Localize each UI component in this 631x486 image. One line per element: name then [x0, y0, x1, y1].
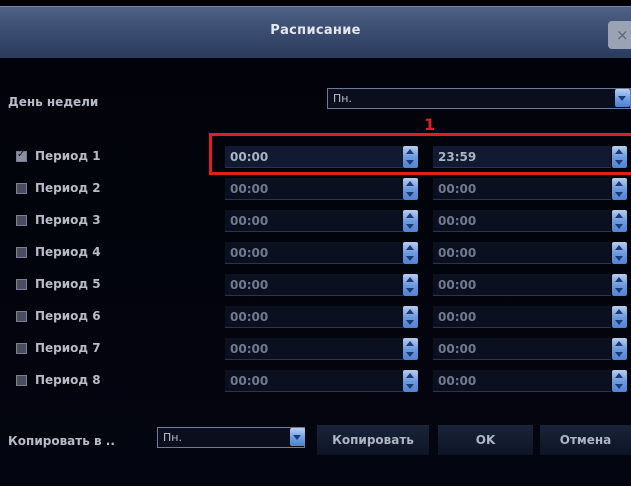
period-label: Период 5 [35, 277, 101, 291]
start-time-field[interactable]: 00:00 [225, 306, 403, 328]
cancel-button[interactable]: Отмена [540, 425, 631, 455]
spin-up-icon[interactable] [615, 213, 623, 218]
end-time-spinner[interactable] [612, 274, 627, 296]
title-bar: Расписание × [0, 6, 631, 59]
spin-up-icon[interactable] [406, 213, 414, 218]
spin-down-icon[interactable] [615, 224, 623, 229]
ok-button[interactable]: OK [438, 425, 533, 455]
window-title: Расписание [270, 23, 361, 38]
start-time-field[interactable]: 00:00 [225, 242, 403, 264]
annotation-marker: 1 [424, 115, 436, 134]
start-time-field[interactable]: 00:00 [225, 210, 403, 232]
dialog-body [0, 58, 631, 486]
start-time-spinner[interactable] [403, 338, 418, 360]
start-time-spinner[interactable] [403, 306, 418, 328]
spin-down-icon[interactable] [615, 288, 623, 293]
spin-down-icon[interactable] [406, 320, 414, 325]
spin-up-icon[interactable] [406, 309, 414, 314]
period-checkbox[interactable] [16, 311, 27, 322]
start-time-field[interactable]: 00:00 [225, 178, 403, 200]
period-checkbox[interactable] [16, 183, 27, 194]
start-time-spinner[interactable] [403, 242, 418, 264]
start-time-field[interactable]: 00:00 [225, 338, 403, 360]
period-checkbox[interactable] [16, 247, 27, 258]
copy-button[interactable]: Копировать [317, 425, 429, 455]
end-time-spinner[interactable] [612, 306, 627, 328]
spin-down-icon[interactable] [406, 384, 414, 389]
spin-up-icon[interactable] [406, 181, 414, 186]
spin-down-icon[interactable] [615, 384, 623, 389]
end-time-spinner[interactable] [612, 242, 627, 264]
period-checkbox[interactable] [16, 279, 27, 290]
weekday-select[interactable]: Пн. [327, 88, 631, 109]
end-time-field[interactable]: 00:00 [433, 178, 611, 200]
period-label: Период 8 [35, 373, 101, 387]
start-time-field[interactable]: 00:00 [225, 370, 403, 392]
period-checkbox[interactable] [16, 149, 27, 162]
spin-up-icon[interactable] [406, 373, 414, 378]
period-label: Период 7 [35, 341, 101, 355]
end-time-field[interactable]: 00:00 [433, 338, 611, 360]
end-time-spinner[interactable] [612, 338, 627, 360]
period-checkbox[interactable] [16, 215, 27, 226]
weekday-label: День недели [8, 95, 99, 109]
spin-down-icon[interactable] [615, 256, 623, 261]
spin-up-icon[interactable] [406, 245, 414, 250]
period-label: Период 1 [35, 149, 101, 163]
spin-down-icon[interactable] [406, 352, 414, 357]
spin-down-icon[interactable] [406, 192, 414, 197]
spin-down-icon[interactable] [406, 288, 414, 293]
copy-to-select[interactable]: Пн. [157, 427, 305, 448]
end-time-spinner[interactable] [612, 210, 627, 232]
spin-up-icon[interactable] [615, 309, 623, 314]
spin-up-icon[interactable] [406, 277, 414, 282]
spin-up-icon[interactable] [406, 341, 414, 346]
end-time-field[interactable]: 00:00 [433, 274, 611, 296]
close-icon: × [616, 26, 629, 44]
copy-to-label: Копировать в .. [8, 434, 115, 448]
end-time-spinner[interactable] [612, 370, 627, 392]
spin-up-icon[interactable] [615, 245, 623, 250]
period-label: Период 2 [35, 181, 101, 195]
end-time-field[interactable]: 00:00 [433, 210, 611, 232]
period-label: Период 4 [35, 245, 101, 259]
period-label: Период 6 [35, 309, 101, 323]
period-checkbox[interactable] [16, 343, 27, 354]
spin-down-icon[interactable] [615, 192, 623, 197]
end-time-field[interactable]: 00:00 [433, 306, 611, 328]
close-button[interactable]: × [608, 21, 631, 49]
chevron-down-icon[interactable] [615, 89, 630, 107]
spin-down-icon[interactable] [615, 320, 623, 325]
chevron-down-icon[interactable] [290, 428, 305, 446]
end-time-field[interactable]: 00:00 [433, 242, 611, 264]
spin-down-icon[interactable] [406, 224, 414, 229]
period-label: Период 3 [35, 213, 101, 227]
spin-up-icon[interactable] [615, 341, 623, 346]
start-time-spinner[interactable] [403, 178, 418, 200]
end-time-spinner[interactable] [612, 178, 627, 200]
spin-up-icon[interactable] [615, 181, 623, 186]
start-time-field[interactable]: 00:00 [225, 274, 403, 296]
start-time-spinner[interactable] [403, 370, 418, 392]
start-time-spinner[interactable] [403, 210, 418, 232]
spin-down-icon[interactable] [406, 256, 414, 261]
start-time-spinner[interactable] [403, 274, 418, 296]
spin-down-icon[interactable] [615, 352, 623, 357]
annotation-highlight-box [209, 133, 631, 175]
spin-up-icon[interactable] [615, 277, 623, 282]
period-checkbox[interactable] [16, 375, 27, 386]
spin-up-icon[interactable] [615, 373, 623, 378]
end-time-field[interactable]: 00:00 [433, 370, 611, 392]
